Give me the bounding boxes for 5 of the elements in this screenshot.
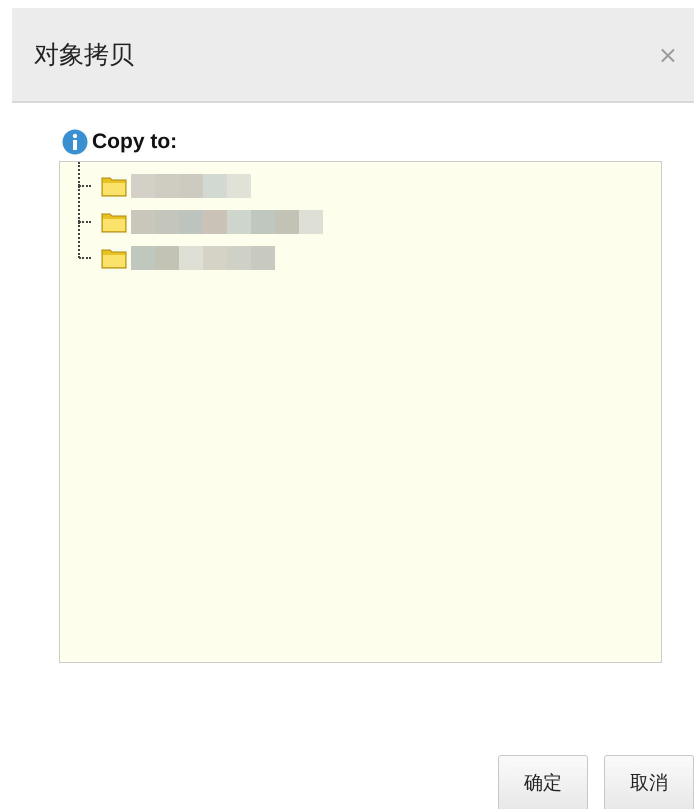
copy-to-label: Copy to: <box>92 130 178 154</box>
dialog-button[interactable]: 取消 <box>604 755 694 809</box>
dialog-title: 对象拷贝 <box>34 39 134 71</box>
info-icon <box>62 129 88 155</box>
dialog-button[interactable]: 确定 <box>498 755 588 809</box>
